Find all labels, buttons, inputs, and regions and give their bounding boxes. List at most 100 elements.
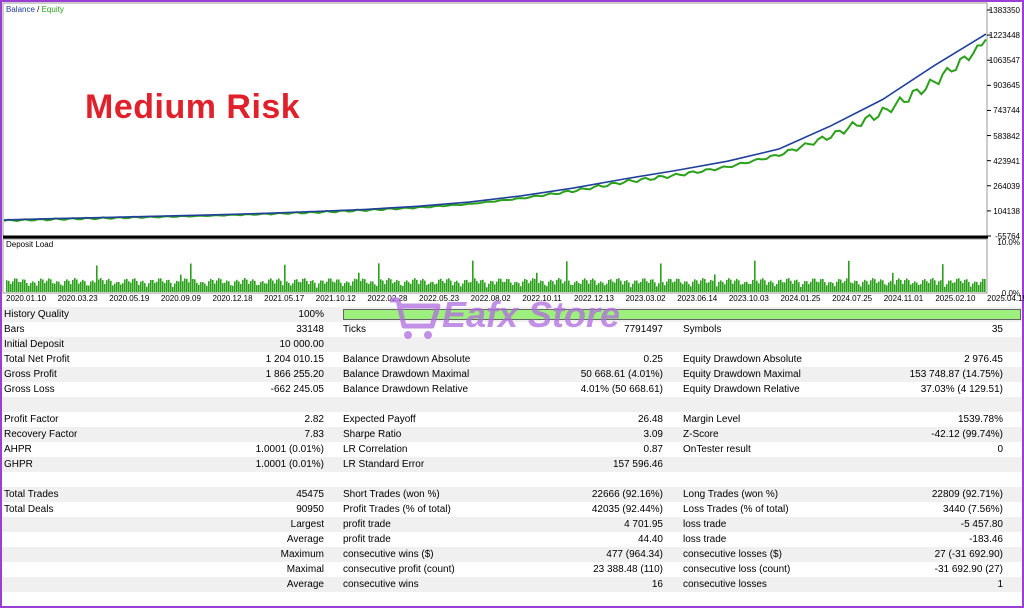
deposit-load-bar xyxy=(698,283,700,292)
deposit-load-bar xyxy=(276,279,278,292)
deposit-load-bar xyxy=(48,278,50,292)
stat-label: Maximal xyxy=(286,564,324,575)
stat-label: Equity Drawdown Absolute xyxy=(683,354,802,365)
deposit-load-bar xyxy=(186,278,188,292)
deposit-load-bar xyxy=(884,284,886,292)
deposit-load-bar xyxy=(718,281,720,292)
deposit-load-bar xyxy=(110,280,112,292)
deposit-load-bar xyxy=(758,283,760,292)
deposit-load-bar xyxy=(316,287,318,292)
deposit-load-bar xyxy=(806,281,808,292)
stat-label: Total Net Profit xyxy=(4,354,70,365)
deposit-load-bar xyxy=(928,283,930,292)
deposit-load-bar xyxy=(286,281,288,292)
stat-value: 0.87 xyxy=(643,444,663,455)
deposit-load-bar xyxy=(968,281,970,292)
deposit-load-bar xyxy=(740,284,742,292)
deposit-load-bar xyxy=(978,284,980,292)
stat-value: 7.83 xyxy=(304,429,324,440)
stat-label: Symbols xyxy=(683,324,722,335)
deposit-load-bar xyxy=(324,283,326,292)
legend-separator: / xyxy=(34,5,42,14)
deposit-load-bar xyxy=(360,281,362,292)
stat-value: 50 668.61 (4.01%) xyxy=(580,369,663,380)
deposit-load-bar xyxy=(844,281,846,292)
deposit-load-bar xyxy=(296,279,298,292)
deposit-load-bar xyxy=(198,284,200,292)
deposit-load-bar xyxy=(904,280,906,292)
stat-label: profit trade xyxy=(343,519,391,530)
deposit-load-bar xyxy=(782,282,784,292)
deposit-load-bar xyxy=(714,274,716,292)
deposit-load-bar xyxy=(922,280,924,292)
deposit-load-bar xyxy=(76,279,78,292)
deposit-load-bar xyxy=(830,281,832,292)
stat-value: 3.09 xyxy=(643,429,663,440)
stat-label: Equity Drawdown Relative xyxy=(683,384,800,395)
deposit-load-bar xyxy=(890,281,892,292)
deposit-load-bar xyxy=(238,281,240,292)
stat-value: 4.01% (50 668.61) xyxy=(580,384,663,395)
stats-row: AHPR 1.0001 (0.01%) LR Correlation 0.87 OnTe… xyxy=(2,442,1022,457)
deposit-load-bar xyxy=(6,280,8,292)
deposit-load-bar xyxy=(858,284,860,292)
deposit-load-bar xyxy=(318,283,320,292)
deposit-load-label: Deposit Load xyxy=(6,240,54,249)
deposit-load-bar xyxy=(342,286,344,292)
deposit-load-bar xyxy=(896,279,898,292)
deposit-load-bar xyxy=(760,279,762,292)
deposit-load-bar xyxy=(746,281,748,292)
deposit-load-bar xyxy=(158,278,160,292)
stat-label: Average xyxy=(286,534,324,545)
deposit-load-bar xyxy=(112,285,114,292)
deposit-load-bar xyxy=(374,284,376,292)
deposit-load-bar xyxy=(694,279,696,292)
deposit-load-bar xyxy=(868,284,870,292)
deposit-load-bar xyxy=(742,284,744,292)
deposit-load-bar xyxy=(936,284,938,292)
deposit-load-bar xyxy=(304,278,306,292)
deposit-load-bar xyxy=(328,278,330,292)
stat-label: consecutive losses ($) xyxy=(683,549,782,560)
deposit-load-bar xyxy=(74,278,76,292)
stat-value: 37.03% (4 129.51) xyxy=(920,384,1003,395)
deposit-load-bar xyxy=(250,280,252,292)
deposit-load-bar xyxy=(84,281,86,292)
deposit-load-bar xyxy=(58,281,60,292)
deposit-load-bar xyxy=(692,281,694,292)
deposit-load-bar xyxy=(212,279,214,292)
deposit-load-bar xyxy=(80,281,82,292)
stat-label: Profit Factor xyxy=(4,414,59,425)
stat-value: 153 748.87 (14.75%) xyxy=(909,369,1003,380)
deposit-load-bar xyxy=(206,285,208,292)
deposit-load-bar xyxy=(312,280,314,292)
deposit-load-bar xyxy=(12,281,14,292)
deposit-load-bar xyxy=(748,283,750,292)
stat-label: Ticks xyxy=(343,324,366,335)
stat-label: Total Trades xyxy=(4,489,59,500)
stat-value: 1 866 255.20 xyxy=(265,369,324,380)
deposit-load-bar xyxy=(802,284,804,292)
deposit-load-bar xyxy=(958,278,960,292)
deposit-load-bar xyxy=(252,279,254,292)
deposit-load-bar xyxy=(814,278,816,292)
stat-label: Bars xyxy=(4,324,25,335)
deposit-load-bar xyxy=(120,284,122,292)
deposit-load-bar xyxy=(140,281,142,292)
stat-value: 10 000.00 xyxy=(279,339,325,350)
deposit-load-bar xyxy=(126,278,128,292)
deposit-load-bar xyxy=(880,279,882,292)
deposit-load-bar xyxy=(966,279,968,292)
stat-label: consecutive wins ($) xyxy=(343,549,434,560)
deposit-load-bar xyxy=(750,283,752,292)
deposit-load-bar xyxy=(366,282,368,292)
stat-label: Margin Level xyxy=(683,414,741,425)
stat-label: Sharpe Ratio xyxy=(343,429,402,440)
deposit-load-bar xyxy=(168,279,170,292)
deposit-load-bar xyxy=(42,279,44,292)
deposit-load-bar xyxy=(264,283,266,292)
deposit-load-bar xyxy=(818,282,820,292)
deposit-load-bar xyxy=(188,282,190,292)
stat-label: consecutive loss (count) xyxy=(683,564,791,575)
deposit-load-bar xyxy=(290,285,292,292)
